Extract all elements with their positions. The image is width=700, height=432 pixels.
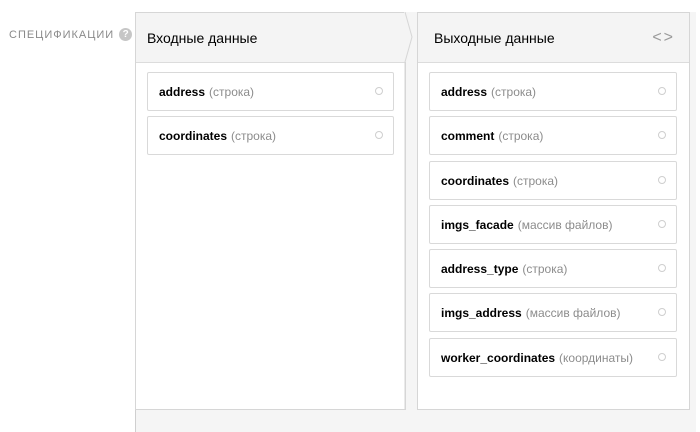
field-name: coordinates [159, 128, 228, 143]
field-name: address [159, 84, 206, 99]
field-radio-icon[interactable] [658, 176, 666, 184]
field-radio-icon[interactable] [658, 131, 666, 139]
output-field-imgs-facade[interactable]: imgs_facade (массив файлов) [429, 205, 677, 244]
field-type: (координаты) [559, 350, 634, 365]
field-type: (строка) [209, 84, 255, 99]
field-name: imgs_facade [441, 217, 514, 232]
field-radio-icon[interactable] [375, 131, 383, 139]
field-radio-icon[interactable] [375, 87, 383, 95]
output-field-imgs-address[interactable]: imgs_address (массив файлов) [429, 293, 677, 332]
output-panel-title: Выходные данные [434, 29, 555, 46]
help-icon[interactable]: ? [119, 28, 133, 41]
output-field-comment[interactable]: comment (строка) [429, 116, 677, 155]
field-radio-icon[interactable] [658, 220, 666, 228]
field-name: address_type [441, 261, 519, 276]
code-toggle-icon[interactable]: <> [652, 29, 675, 47]
input-panel-header: Входные данные [136, 13, 405, 63]
field-type: (строка) [513, 173, 559, 188]
field-type: (строка) [491, 84, 537, 99]
field-name: imgs_address [441, 305, 522, 320]
field-radio-icon[interactable] [658, 353, 666, 361]
field-type: (массив файлов) [517, 217, 613, 232]
field-type: (строка) [231, 128, 277, 143]
field-type: (строка) [498, 128, 544, 143]
field-radio-icon[interactable] [658, 87, 666, 95]
input-field-address[interactable]: address (строка) [147, 72, 394, 111]
field-radio-icon[interactable] [658, 264, 666, 272]
output-field-address[interactable]: address (строка) [429, 72, 677, 111]
field-type: (массив файлов) [525, 305, 621, 320]
field-radio-icon[interactable] [658, 308, 666, 316]
field-name: coordinates [441, 173, 510, 188]
output-field-worker-coordinates[interactable]: worker_coordinates (координаты) [429, 338, 677, 377]
input-panel-title: Входные данные [147, 29, 258, 46]
specifications-label: СПЕЦИФИКАЦИИ ? [9, 28, 133, 41]
input-field-coordinates[interactable]: coordinates (строка) [147, 116, 394, 155]
field-type: (строка) [522, 261, 568, 276]
output-field-address-type[interactable]: address_type (строка) [429, 249, 677, 288]
specifications-title: СПЕЦИФИКАЦИИ [9, 28, 115, 41]
field-name: address [441, 84, 488, 99]
field-name: comment [441, 128, 495, 143]
output-panel-header: Выходные данные <> [418, 13, 689, 63]
output-field-coordinates[interactable]: coordinates (строка) [429, 161, 677, 200]
field-name: worker_coordinates [441, 350, 556, 365]
